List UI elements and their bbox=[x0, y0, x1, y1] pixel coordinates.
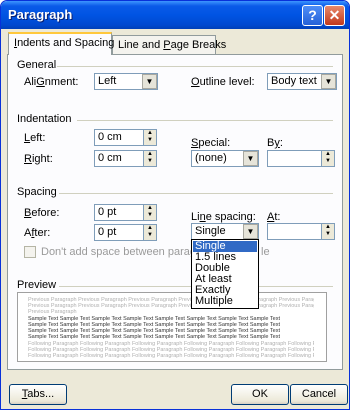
chevron-down-icon: ▼ bbox=[145, 77, 154, 86]
spin-up-icon[interactable]: ▲ bbox=[322, 151, 334, 158]
tabs-button[interactable]: Tabs... bbox=[9, 384, 67, 405]
general-header: General bbox=[17, 59, 57, 71]
before-label: Before: bbox=[24, 207, 60, 219]
spin-down-icon[interactable]: ▼ bbox=[144, 232, 156, 239]
alignment-label: AliGnment: bbox=[24, 76, 79, 88]
line-spacing-dropdown-list: Single 1.5 lines Double At least Exactly… bbox=[191, 239, 259, 309]
dont-add-space-label-tail: le bbox=[261, 246, 270, 258]
spin-down-icon[interactable]: ▼ bbox=[322, 231, 334, 238]
preview-previous-paragraph-tail: Previous Paragraph bbox=[28, 309, 77, 315]
outline-level-dropdown-button[interactable]: ▼ bbox=[321, 74, 336, 89]
close-button[interactable]: ✕ bbox=[324, 5, 345, 26]
spin-down-icon[interactable]: ▼ bbox=[144, 212, 156, 219]
by-label: By: bbox=[267, 137, 283, 149]
space-before-input[interactable]: 0 pt bbox=[94, 204, 144, 221]
left-indent-input[interactable]: 0 cm bbox=[94, 129, 144, 146]
space-before-spinner[interactable]: ▲ ▼ bbox=[143, 204, 157, 221]
preview-sample-text: Sample Text Sample Text Sample Text Samp… bbox=[28, 334, 281, 340]
special-label: Special: bbox=[191, 137, 231, 149]
at-spinner[interactable]: ▲ ▼ bbox=[321, 223, 335, 240]
spin-up-icon[interactable]: ▲ bbox=[322, 224, 334, 231]
by-input[interactable] bbox=[267, 150, 322, 167]
space-after-input[interactable]: 0 pt bbox=[94, 224, 144, 241]
tab-indents-and-spacing[interactable]: Indents and Spacing bbox=[8, 32, 114, 55]
right-indent-spinner[interactable]: ▲ ▼ bbox=[143, 150, 157, 167]
indentation-divider bbox=[77, 120, 333, 121]
cancel-button[interactable]: Cancel bbox=[290, 384, 348, 405]
line-spacing-option-multiple[interactable]: Multiple bbox=[193, 296, 257, 307]
preview-box: Previous Paragraph Previous Paragraph Pr… bbox=[17, 292, 327, 362]
special-dropdown-button[interactable]: ▼ bbox=[243, 151, 258, 166]
general-divider bbox=[57, 66, 333, 67]
chevron-down-icon: ▼ bbox=[246, 154, 255, 163]
right-indent-label: Right: bbox=[24, 153, 53, 165]
paragraph-dialog: Paragraph ? ✕ Indents and Spacing Line a… bbox=[0, 0, 350, 410]
spin-up-icon[interactable]: ▲ bbox=[144, 130, 156, 137]
at-label: At: bbox=[267, 211, 281, 223]
help-button[interactable]: ? bbox=[302, 5, 323, 26]
spin-down-icon[interactable]: ▼ bbox=[322, 158, 334, 165]
preview-following-paragraph: Following Paragraph Following Paragraph … bbox=[28, 353, 314, 359]
spin-up-icon[interactable]: ▲ bbox=[144, 151, 156, 158]
left-indent-label: Left: bbox=[24, 132, 46, 144]
preview-header: Preview bbox=[17, 279, 57, 291]
ok-button[interactable]: OK bbox=[231, 384, 289, 405]
tab-line-and-page-breaks[interactable]: Line and Page Breaks bbox=[112, 35, 226, 55]
by-spinner[interactable]: ▲ ▼ bbox=[321, 150, 335, 167]
dialog-title: Paragraph bbox=[8, 7, 73, 22]
chevron-down-icon: ▼ bbox=[324, 77, 333, 86]
left-indent-spinner[interactable]: ▲ ▼ bbox=[143, 129, 157, 146]
outline-level-label: Outline level: bbox=[191, 76, 255, 88]
at-input[interactable] bbox=[267, 223, 322, 240]
after-label: After: bbox=[24, 227, 51, 239]
spin-up-icon[interactable]: ▲ bbox=[144, 205, 156, 212]
space-after-spinner[interactable]: ▲ ▼ bbox=[143, 224, 157, 241]
spin-up-icon[interactable]: ▲ bbox=[144, 225, 156, 232]
spin-down-icon[interactable]: ▼ bbox=[144, 137, 156, 144]
line-spacing-label: Line spacing: bbox=[191, 211, 256, 223]
close-icon: ✕ bbox=[328, 7, 341, 23]
dont-add-space-checkbox[interactable] bbox=[24, 246, 36, 258]
spin-down-icon[interactable]: ▼ bbox=[144, 158, 156, 165]
chevron-down-icon: ▼ bbox=[246, 227, 255, 236]
alignment-dropdown-button[interactable]: ▼ bbox=[142, 74, 157, 89]
spacing-header: Spacing bbox=[17, 186, 57, 198]
line-spacing-dropdown-button[interactable]: ▼ bbox=[243, 224, 258, 239]
title-bar[interactable]: Paragraph ? ✕ bbox=[1, 1, 349, 29]
indentation-header: Indentation bbox=[17, 113, 72, 125]
spacing-divider bbox=[59, 193, 333, 194]
help-icon: ? bbox=[308, 7, 317, 23]
right-indent-input[interactable]: 0 cm bbox=[94, 150, 144, 167]
